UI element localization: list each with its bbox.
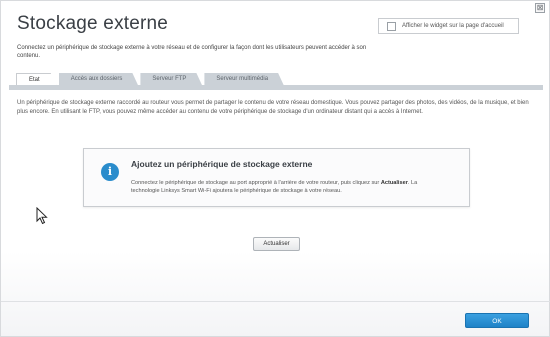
card-text: Connectez le périphérique de stockage au… — [131, 179, 431, 195]
show-widget-label: Afficher le widget sur la page d'accueil — [402, 23, 504, 29]
add-storage-card: i Ajoutez un périphérique de stockage ex… — [83, 148, 470, 207]
page-description: Connectez un périphérique de stockage ex… — [17, 45, 367, 59]
tab-strip — [9, 85, 543, 90]
close-icon[interactable]: ⊠ — [535, 3, 545, 13]
intro-text: Un périphérique de stockage externe racc… — [17, 100, 529, 115]
mouse-pointer-icon — [36, 207, 48, 225]
footer-divider — [1, 301, 550, 302]
card-text-bold: Actualiser — [380, 180, 408, 186]
refresh-button[interactable]: Actualiser — [253, 237, 300, 251]
info-icon: i — [101, 163, 119, 181]
ok-button[interactable]: OK — [465, 313, 529, 328]
card-text-part1: Connectez le périphérique de stockage au… — [131, 180, 381, 186]
storage-dialog: ⊠ Stockage externe Afficher le widget su… — [0, 0, 550, 337]
page-title: Stockage externe — [17, 13, 169, 34]
show-widget-option[interactable]: Afficher le widget sur la page d'accueil — [378, 18, 519, 34]
show-widget-checkbox[interactable] — [387, 21, 396, 31]
card-title: Ajoutez un périphérique de stockage exte… — [131, 159, 313, 169]
